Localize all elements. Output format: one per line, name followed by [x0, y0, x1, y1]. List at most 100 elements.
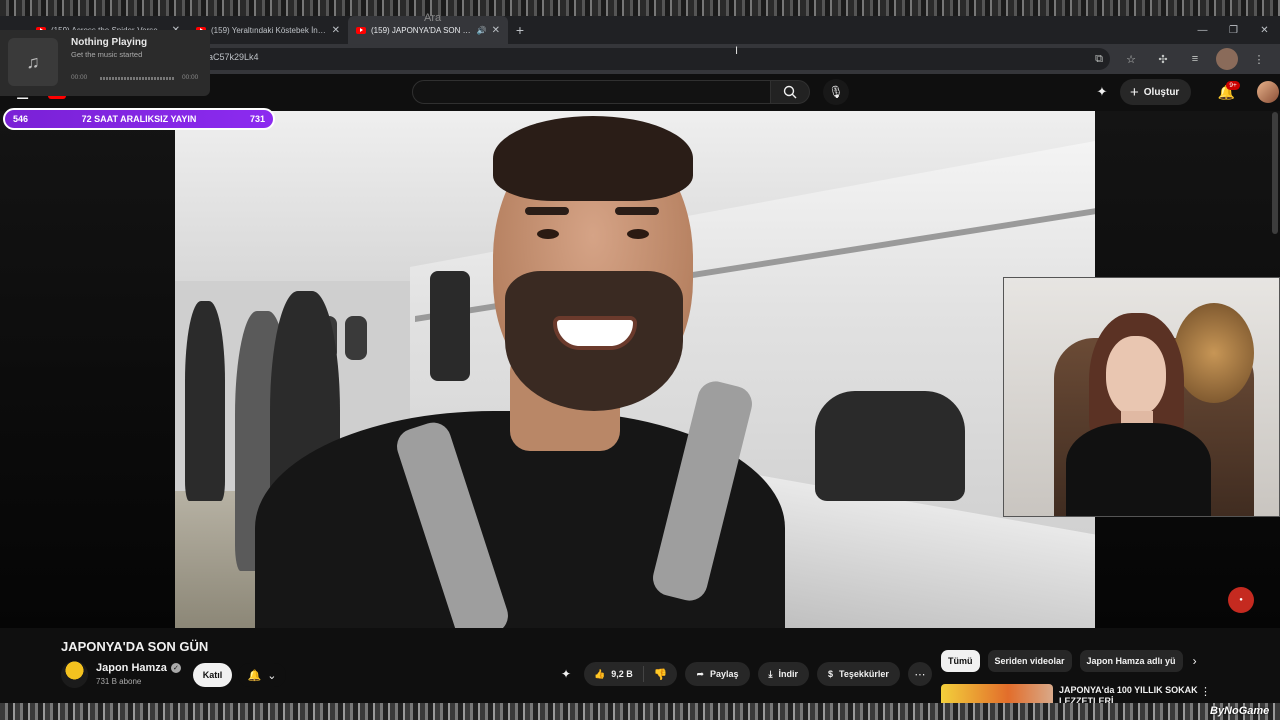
recommendation-title[interactable]: JAPONYA'da 100 YILLIK SOKAK LEZZETLERİ [1059, 685, 1199, 703]
search-input[interactable] [412, 80, 771, 104]
share-button[interactable]: ➦ Paylaş [685, 662, 750, 686]
chevron-right-icon[interactable]: › [1193, 654, 1197, 668]
new-tab-button[interactable]: + [508, 22, 532, 38]
more-actions-button[interactable]: ⋯ [907, 662, 932, 686]
video-frame-eye [627, 229, 649, 239]
video-player[interactable] [175, 111, 1095, 628]
video-frame-person [185, 301, 225, 501]
chevron-down-icon: ⌄ [267, 669, 277, 682]
profile-icon[interactable] [1216, 48, 1238, 70]
tab-close-icon[interactable]: ✕ [492, 25, 500, 36]
download-button[interactable]: ⤓ İndir [757, 662, 809, 686]
search-button[interactable] [770, 80, 810, 104]
chrome-menu-icon[interactable]: ⋮ [1248, 48, 1270, 70]
video-title: JAPONYA'DA SON GÜN [61, 639, 209, 654]
install-app-icon[interactable]: ⧉ [1088, 48, 1110, 70]
video-frame-smile [553, 316, 637, 350]
webcam-body [1066, 423, 1211, 516]
text-cursor-icon: I [735, 45, 739, 57]
music-widget: ♫ Nothing Playing Get the music started … [0, 30, 210, 96]
share-label: Paylaş [709, 669, 739, 679]
webcam-face [1106, 336, 1166, 416]
tab-title: (159) JAPONYA'DA SON GÜN [371, 25, 472, 35]
player-letterbox-left [0, 111, 175, 628]
search-placeholder: Ara [424, 12, 442, 24]
channel-avatar[interactable] [61, 661, 88, 688]
thumbs-down-icon: 👎 [653, 668, 668, 681]
plus-icon: + [1130, 83, 1139, 101]
overlay-left-count: 546 [13, 114, 29, 124]
stream-logo-icon: ● [1228, 587, 1254, 613]
chip-channel[interactable]: Japon Hamza adlı yü [1079, 650, 1183, 672]
youtube-favicon-icon [356, 26, 366, 34]
voice-search-button[interactable]: 🎙 [823, 79, 849, 105]
notifications-button[interactable]: 🔔 9+ [1213, 80, 1240, 101]
url-text: aC57k29Lk4 [208, 52, 259, 62]
window-controls: — ❐ ✕ [1187, 16, 1280, 44]
tab-close-icon[interactable]: ✕ [332, 25, 340, 36]
music-subtitle: Get the music started [71, 50, 143, 59]
minimize-icon[interactable]: — [1187, 16, 1218, 44]
browser-tab-2[interactable]: (159) Yeraltındaki Köstebek İnsanlar ✕ [188, 16, 348, 44]
verified-check-icon: ✓ [170, 663, 181, 673]
watermark: ByNoGame [1210, 705, 1270, 717]
music-time-start: 00:00 [71, 74, 88, 81]
music-title: Nothing Playing [71, 37, 148, 48]
recommendation-thumbnail[interactable] [941, 684, 1053, 703]
ai-sparkle-icon[interactable]: ✦ [1092, 84, 1112, 100]
video-frame-brow [615, 207, 659, 215]
video-frame-hair [493, 116, 693, 201]
dislike-button[interactable]: 👎 [644, 668, 678, 681]
decorative-frame-top [0, 0, 1280, 16]
tab-title: (159) Yeraltındaki Köstebek İnsanlar [211, 25, 327, 35]
masthead-actions: ✦ + Oluştur 🔔 9+ [1092, 79, 1280, 105]
more-vertical-icon[interactable]: ⋮ [1200, 685, 1211, 698]
like-dislike-group: 👍 9,2 B 👎 [584, 662, 678, 686]
share-arrow-icon: ➦ [696, 668, 704, 679]
avatar[interactable] [1257, 81, 1280, 103]
chip-series[interactable]: Seriden videolar [987, 650, 1072, 672]
recommendation-chips: Tümü Seriden videolar Japon Hamza adlı y… [941, 650, 1197, 672]
video-actions: ✦ 👍 9,2 B 👎 ➦ Paylaş ⤓ İndir $ Teşekkürl… [556, 662, 932, 686]
subscriber-count: 731 B abone [96, 677, 142, 686]
notifications-badge: 9+ [1226, 80, 1240, 90]
close-window-icon[interactable]: ✕ [1249, 16, 1280, 44]
microphone-icon: 🎙 [828, 85, 844, 99]
music-note-icon: ♫ [8, 38, 58, 86]
thumbs-up-icon: 👍 [594, 668, 606, 679]
chip-all[interactable]: Tümü [941, 650, 980, 672]
download-label: İndir [778, 669, 799, 679]
join-button[interactable]: Katıl [193, 663, 232, 687]
super-thanks-icon: $ [828, 669, 834, 679]
ai-sparkle-icon[interactable]: ✦ [556, 662, 576, 686]
extensions-icon[interactable]: ✣ [1152, 48, 1174, 70]
like-count: 9,2 B [611, 669, 633, 679]
stream-overlay-bar: 546 72 SAAT ARALIKSIZ YAYIN 731 [3, 108, 275, 130]
create-button[interactable]: + Oluştur [1120, 79, 1192, 105]
subscription-notifications-button[interactable]: 🔔 ⌄ [238, 663, 286, 687]
overlay-label: 72 SAAT ARALIKSIZ YAYIN [81, 114, 197, 124]
video-frame-eye [537, 229, 559, 239]
video-frame-brow [525, 207, 569, 215]
thanks-button[interactable]: $ Teşekkürler [817, 662, 900, 686]
media-control-icon[interactable]: ≡ [1184, 48, 1206, 70]
channel-name[interactable]: Japon Hamza [96, 662, 167, 674]
bookmark-star-icon[interactable]: ☆ [1120, 48, 1142, 70]
more-horizontal-icon: ⋯ [914, 668, 926, 681]
music-time-end: 00:00 [182, 74, 199, 81]
page-scrollbar[interactable] [1272, 112, 1278, 234]
thanks-label: Teşekkürler [839, 669, 889, 679]
music-progress-bar[interactable] [100, 77, 174, 80]
create-label: Oluştur [1143, 86, 1180, 98]
video-frame-window [345, 316, 367, 360]
channel-name-row[interactable]: Japon Hamza ✓ [96, 662, 181, 674]
video-frame-door [430, 271, 470, 381]
toolbar-icons: ⧉ ☆ ✣ ≡ ⋮ [1088, 48, 1270, 70]
webcam-overlay [1003, 277, 1280, 517]
tab-audio-icon[interactable]: 🔊 [477, 26, 487, 35]
like-button[interactable]: 👍 9,2 B [584, 666, 644, 682]
webcam-fur-item [1174, 303, 1254, 403]
bell-icon: 🔔 [247, 669, 262, 682]
screen: ⌄ (159) Across the Spider-Verse... ✕ (15… [0, 0, 1280, 720]
restore-icon[interactable]: ❐ [1218, 16, 1249, 44]
